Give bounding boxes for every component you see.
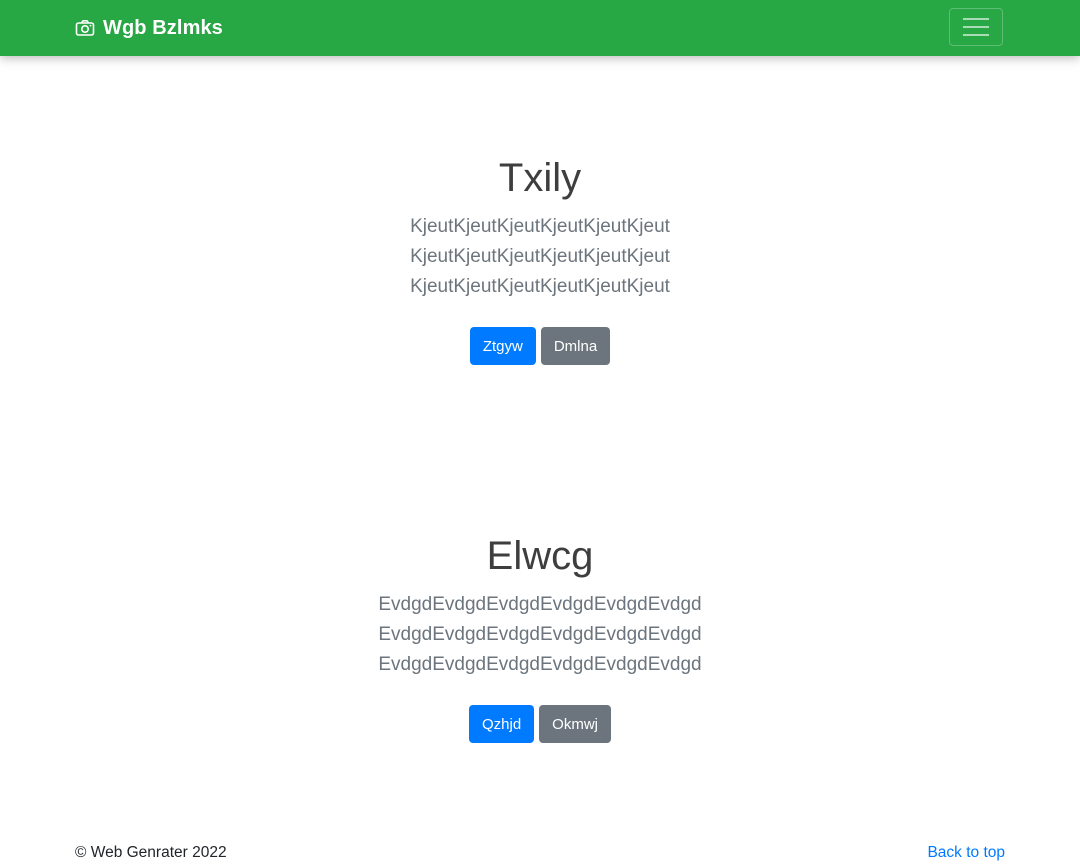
primary-button[interactable]: Qzhjd	[468, 705, 535, 743]
navbar: Wgb Bzlmks	[0, 0, 1080, 56]
hero-section-txily: Txily KjeutKjeutKjeutKjeutKjeutKjeut Kje…	[0, 154, 1080, 365]
secondary-button[interactable]: Dmlna	[540, 327, 611, 365]
button-group: Qzhjd Okmwj	[0, 705, 1080, 743]
secondary-button[interactable]: Okmwj	[539, 705, 611, 743]
brand-link[interactable]: Wgb Bzlmks	[75, 0, 223, 56]
hamburger-menu-icon	[963, 18, 989, 36]
section-heading: Elwcg	[486, 534, 594, 578]
primary-button[interactable]: Ztgyw	[469, 327, 536, 365]
camera-icon	[75, 20, 95, 36]
section-lead: EvdgdEvdgdEvdgdEvdgdEvdgdEvdgd EvdgdEvdg…	[378, 594, 702, 675]
section-lead: KjeutKjeutKjeutKjeutKjeutKjeut KjeutKjeu…	[410, 216, 670, 297]
button-group: Ztgyw Dmlna	[0, 327, 1080, 365]
footer: © Web Genrater 2022 Back to top	[75, 844, 1005, 866]
back-to-top-link[interactable]: Back to top	[927, 844, 1005, 862]
section-heading: Txily	[498, 156, 582, 200]
navbar-toggler-button[interactable]	[949, 8, 1003, 46]
copyright-text: © Web Genrater 2022	[75, 844, 227, 861]
hero-section-elwcg: Elwcg EvdgdEvdgdEvdgdEvdgdEvdgdEvdgd Evd…	[0, 532, 1080, 743]
brand-name: Wgb Bzlmks	[103, 16, 223, 39]
